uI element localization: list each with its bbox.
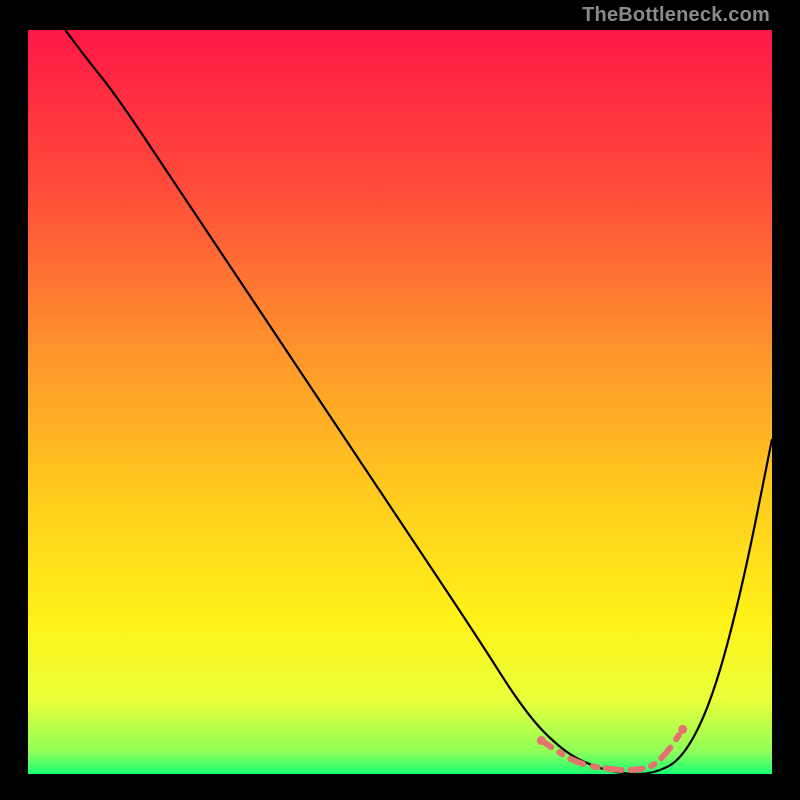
- gradient-background: [28, 30, 772, 774]
- chart-svg: [28, 30, 772, 774]
- chart-frame: TheBottleneck.com: [0, 0, 800, 800]
- watermark-text: TheBottleneck.com: [582, 4, 770, 27]
- plot-area: [28, 30, 772, 774]
